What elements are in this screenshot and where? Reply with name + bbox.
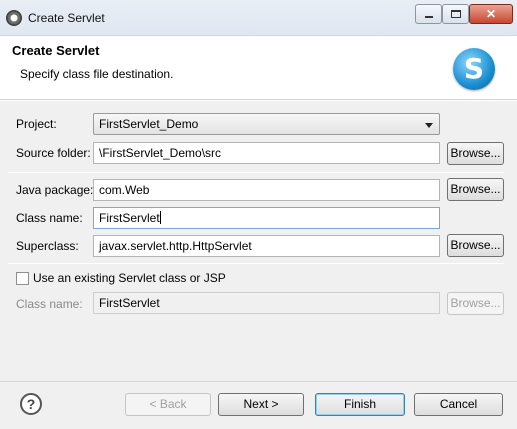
next-button[interactable]: Next > bbox=[218, 393, 304, 416]
java-package-browse-button[interactable]: Browse... bbox=[447, 178, 504, 201]
project-combo-value: FirstServlet_Demo bbox=[99, 117, 199, 131]
superclass-browse-button[interactable]: Browse... bbox=[447, 234, 504, 257]
source-folder-input[interactable]: \FirstServlet_Demo\src bbox=[93, 142, 440, 164]
separator bbox=[8, 172, 504, 173]
use-existing-label[interactable]: Use an existing Servlet class or JSP bbox=[33, 271, 226, 285]
close-icon: ✕ bbox=[485, 7, 497, 21]
servlet-logo-icon: S bbox=[453, 48, 495, 90]
cancel-button[interactable]: Cancel bbox=[414, 393, 503, 416]
wizard-form: Project: FirstServlet_Demo Source folder… bbox=[0, 101, 517, 381]
separator bbox=[8, 263, 504, 264]
banner-subtitle: Specify class file destination. bbox=[20, 67, 174, 81]
java-package-input[interactable]: com.Web bbox=[93, 179, 440, 201]
chevron-down-icon bbox=[425, 123, 433, 128]
superclass-label: Superclass: bbox=[16, 239, 79, 253]
project-label: Project: bbox=[16, 117, 57, 131]
button-bar: ? < Back Next > Finish Cancel bbox=[0, 381, 517, 429]
class-name-input[interactable]: FirstServlet bbox=[93, 207, 440, 229]
eclipse-icon bbox=[6, 10, 22, 26]
servlet-logo-letter: S bbox=[463, 52, 485, 85]
maximize-button[interactable] bbox=[442, 4, 469, 24]
source-folder-browse-button[interactable]: Browse... bbox=[447, 142, 504, 165]
java-package-label: Java package: bbox=[16, 183, 94, 197]
wizard-banner: Create Servlet Specify class file destin… bbox=[0, 36, 517, 100]
back-button: < Back bbox=[125, 393, 211, 416]
help-icon[interactable]: ? bbox=[20, 393, 42, 415]
existing-class-name-input: FirstServlet bbox=[93, 292, 440, 314]
text-caret bbox=[159, 211, 161, 224]
class-name-label: Class name: bbox=[16, 211, 83, 225]
finish-button[interactable]: Finish bbox=[315, 393, 405, 416]
source-folder-label: Source folder: bbox=[16, 146, 91, 160]
maximize-icon bbox=[451, 10, 461, 18]
existing-class-browse-button: Browse... bbox=[447, 292, 504, 315]
existing-class-name-label: Class name: bbox=[16, 297, 83, 311]
superclass-input[interactable]: javax.servlet.http.HttpServlet bbox=[93, 235, 440, 257]
use-existing-checkbox[interactable] bbox=[16, 272, 29, 285]
window-title: Create Servlet bbox=[28, 11, 105, 25]
minimize-icon bbox=[425, 16, 433, 18]
project-combo[interactable]: FirstServlet_Demo bbox=[93, 113, 440, 135]
banner-title: Create Servlet bbox=[12, 43, 100, 58]
minimize-button[interactable] bbox=[415, 4, 442, 24]
close-button[interactable]: ✕ bbox=[469, 4, 513, 24]
class-name-value: FirstServlet bbox=[99, 211, 160, 225]
title-bar: Create Servlet ✕ bbox=[0, 0, 517, 36]
